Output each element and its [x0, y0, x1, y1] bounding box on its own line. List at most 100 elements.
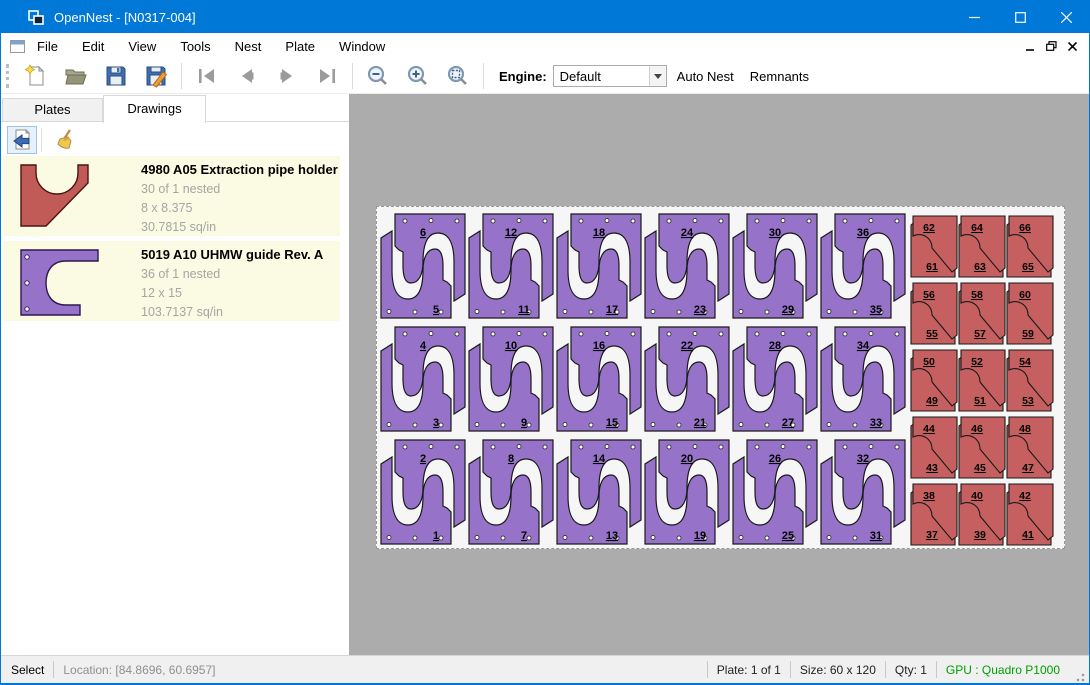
menu-plate[interactable]: Plate — [273, 35, 327, 58]
close-button[interactable] — [1043, 1, 1089, 33]
plate[interactable]: 6512111817242330293635431091615222128273… — [376, 206, 1065, 549]
drawing-list-item-1[interactable]: 4980 A05 Extraction pipe holder 30 of 1 … — [3, 156, 340, 236]
zoom-in-button[interactable] — [398, 61, 438, 91]
red-tile[interactable]: 5453 — [1007, 350, 1053, 411]
combo-dropdown-button[interactable] — [649, 66, 666, 86]
part-number: 40 — [971, 490, 983, 502]
purple-tile[interactable]: 3635 — [821, 214, 905, 318]
red-tile[interactable]: 3837 — [911, 484, 957, 545]
toolbar-separator — [41, 128, 42, 152]
mode-indicator: Select — [11, 663, 44, 677]
save-button[interactable] — [96, 61, 136, 91]
clear-drawings-button[interactable] — [52, 126, 82, 154]
status-separator — [885, 661, 886, 678]
close-icon — [1061, 12, 1072, 23]
red-tile[interactable]: 5251 — [959, 350, 1005, 411]
go-next-button[interactable] — [267, 61, 307, 91]
purple-tile[interactable]: 2019 — [645, 440, 729, 544]
part-number: 22 — [681, 340, 693, 352]
remnants-button[interactable]: Remnants — [744, 64, 815, 89]
mdi-restore-button[interactable] — [1041, 37, 1062, 55]
purple-tile[interactable]: 87 — [469, 440, 553, 544]
new-button[interactable] — [16, 61, 56, 91]
engine-select[interactable]: Default — [553, 65, 667, 87]
import-drawing-button[interactable] — [7, 126, 37, 154]
part-number: 4 — [420, 340, 427, 352]
part-number: 36 — [857, 227, 869, 239]
mdi-minimize-icon — [1026, 42, 1035, 51]
purple-tile[interactable]: 1211 — [469, 214, 553, 318]
purple-tile[interactable]: 43 — [381, 327, 465, 431]
purple-tile[interactable]: 2625 — [733, 440, 817, 544]
red-tile[interactable]: 4443 — [911, 417, 957, 478]
maximize-button[interactable] — [997, 1, 1043, 33]
tab-drawings[interactable]: Drawings — [103, 95, 206, 123]
purple-tile[interactable]: 65 — [381, 214, 465, 318]
purple-tile[interactable]: 1817 — [557, 214, 641, 318]
red-tile[interactable]: 6261 — [911, 216, 957, 277]
auto-nest-button[interactable]: Auto Nest — [671, 64, 740, 89]
part-number: 14 — [593, 453, 606, 465]
menu-view[interactable]: View — [116, 35, 168, 58]
purple-tile[interactable]: 2827 — [733, 327, 817, 431]
purple-tile[interactable]: 21 — [381, 440, 465, 544]
drawing-thumb-purple — [19, 248, 101, 318]
purple-tile[interactable]: 3231 — [821, 440, 905, 544]
red-tile[interactable]: 5049 — [911, 350, 957, 411]
part-number: 66 — [1019, 222, 1031, 234]
zoom-fit-button[interactable] — [438, 61, 478, 91]
purple-tile[interactable]: 1615 — [557, 327, 641, 431]
part-number: 27 — [782, 417, 794, 429]
mdi-minimize-button[interactable] — [1020, 37, 1041, 55]
red-tile[interactable]: 4241 — [1007, 484, 1053, 545]
red-tile[interactable]: 5857 — [959, 283, 1005, 344]
status-separator — [707, 661, 708, 678]
red-tile[interactable]: 4847 — [1007, 417, 1053, 478]
purple-tile[interactable]: 1413 — [557, 440, 641, 544]
menu-bar: File Edit View Tools Nest Plate Window — [1, 33, 1089, 59]
purple-tile[interactable]: 3433 — [821, 327, 905, 431]
part-number: 49 — [926, 395, 938, 407]
part-number: 33 — [870, 417, 882, 429]
nest-canvas[interactable]: 6512111817242330293635431091615222128273… — [349, 94, 1089, 656]
toolbar-grip[interactable] — [6, 64, 9, 88]
purple-tile[interactable]: 3029 — [733, 214, 817, 318]
toolbar-separator — [483, 63, 484, 89]
tab-plates[interactable]: Plates — [2, 98, 103, 121]
open-button[interactable] — [56, 61, 96, 91]
part-number: 17 — [606, 304, 618, 316]
part-number: 48 — [1019, 423, 1031, 435]
drawings-toolbar — [1, 124, 349, 156]
red-tile[interactable]: 6463 — [959, 216, 1005, 277]
red-tile[interactable]: 4039 — [959, 484, 1005, 545]
go-first-button[interactable] — [187, 61, 227, 91]
mdi-close-button[interactable] — [1062, 37, 1083, 55]
menu-file[interactable]: File — [25, 35, 70, 58]
purple-tile[interactable]: 109 — [469, 327, 553, 431]
drawing-nested: 30 of 1 nested — [141, 180, 338, 199]
go-last-button[interactable] — [307, 61, 347, 91]
part-number: 15 — [606, 417, 618, 429]
part-number: 23 — [694, 304, 706, 316]
menu-window[interactable]: Window — [327, 35, 397, 58]
menu-nest[interactable]: Nest — [223, 35, 274, 58]
zoom-out-button[interactable] — [358, 61, 398, 91]
red-tile[interactable]: 6059 — [1007, 283, 1053, 344]
red-tile[interactable]: 66 65 — [1007, 216, 1053, 277]
go-next-icon — [275, 64, 299, 88]
purple-tile[interactable]: 2423 — [645, 214, 729, 318]
part-number: 52 — [971, 356, 983, 368]
save-as-button[interactable] — [136, 61, 176, 91]
menu-tools[interactable]: Tools — [168, 35, 222, 58]
red-tile[interactable]: 5655 — [911, 283, 957, 344]
drawing-list-item-2[interactable]: 5019 A10 UHMW guide Rev. A 36 of 1 neste… — [3, 241, 340, 321]
part-number: 65 — [1022, 261, 1034, 273]
purple-tile[interactable]: 2221 — [645, 327, 729, 431]
resize-grip[interactable] — [1074, 671, 1086, 683]
go-previous-button[interactable] — [227, 61, 267, 91]
part-number: 64 — [971, 222, 983, 234]
red-tile[interactable]: 4645 — [959, 417, 1005, 478]
part-number: 3 — [433, 417, 439, 429]
menu-edit[interactable]: Edit — [70, 35, 116, 58]
minimize-button[interactable] — [951, 1, 997, 33]
